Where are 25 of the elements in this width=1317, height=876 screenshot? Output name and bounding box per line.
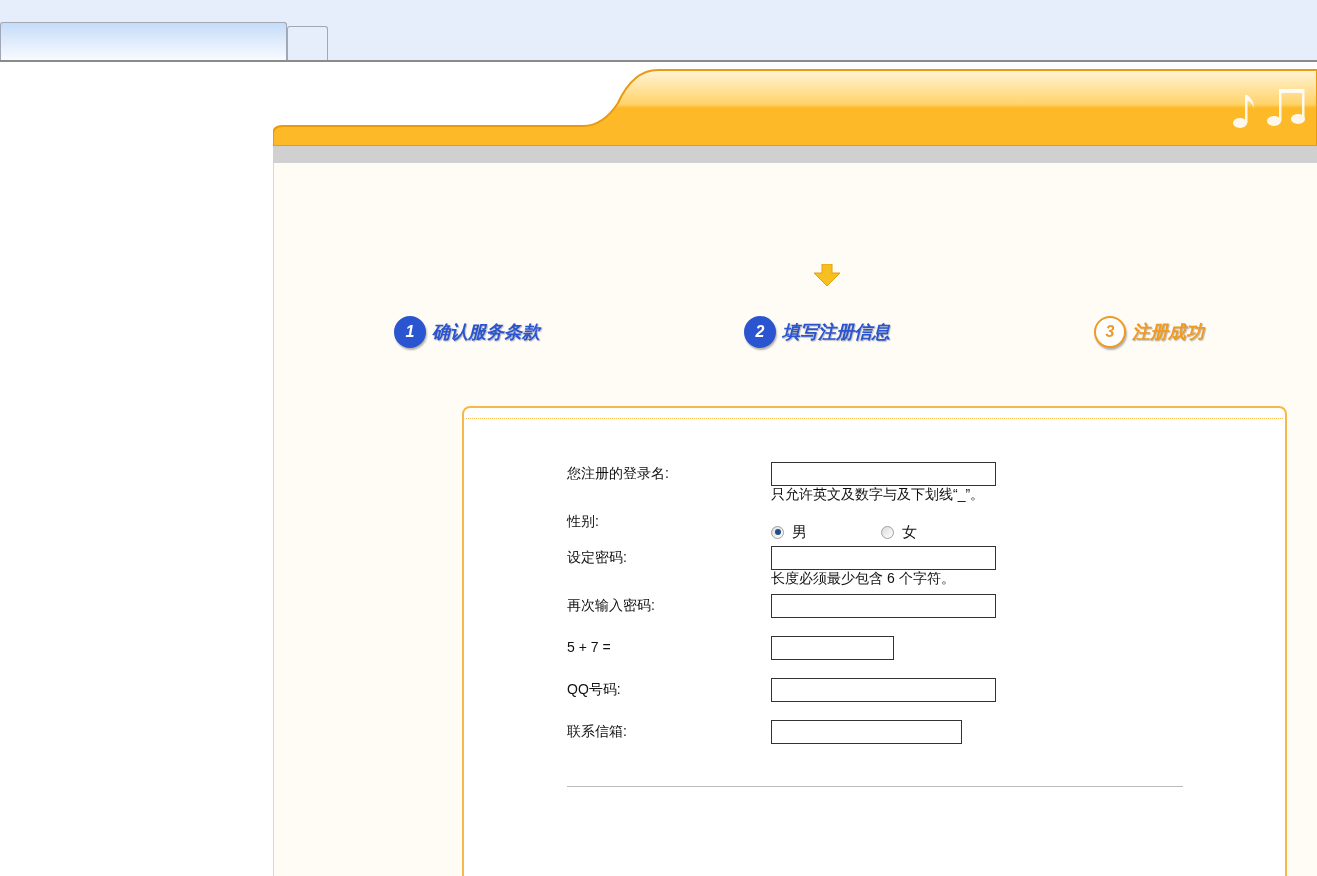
radio-button[interactable] bbox=[881, 525, 894, 539]
radio-label: 女 bbox=[902, 521, 917, 542]
input-field[interactable] bbox=[771, 678, 996, 702]
radio-button[interactable] bbox=[771, 525, 784, 539]
input-field[interactable] bbox=[771, 720, 962, 744]
input-field[interactable] bbox=[771, 594, 996, 618]
input-field[interactable] bbox=[771, 462, 996, 486]
field-label: 再次输入密码: bbox=[567, 596, 656, 615]
field-hint: 只允许英文及数字与及下划线“_”。 bbox=[771, 486, 986, 502]
radio-label: 男 bbox=[792, 521, 807, 542]
field-hint: 长度必须最少包含 6 个字符。 bbox=[771, 570, 956, 586]
field-label: QQ号码: bbox=[567, 680, 622, 699]
field-label: 5 + 7 = bbox=[567, 638, 612, 657]
step-label: 填写注册信息 bbox=[782, 320, 890, 344]
step-number-badge: 1 bbox=[394, 316, 426, 348]
step-label: 注册成功 bbox=[1132, 320, 1204, 344]
field-label: 联系信箱: bbox=[567, 722, 628, 741]
step-number-badge: 3 bbox=[1094, 316, 1126, 348]
step-number-badge: 2 bbox=[744, 316, 776, 348]
step-label: 确认服务条款 bbox=[432, 320, 540, 344]
field-label: 设定密码: bbox=[567, 548, 628, 567]
field-label: 您注册的登录名: bbox=[567, 464, 670, 483]
input-field[interactable] bbox=[771, 546, 996, 570]
field-label: 性别: bbox=[567, 512, 600, 531]
input-field[interactable] bbox=[771, 636, 894, 660]
